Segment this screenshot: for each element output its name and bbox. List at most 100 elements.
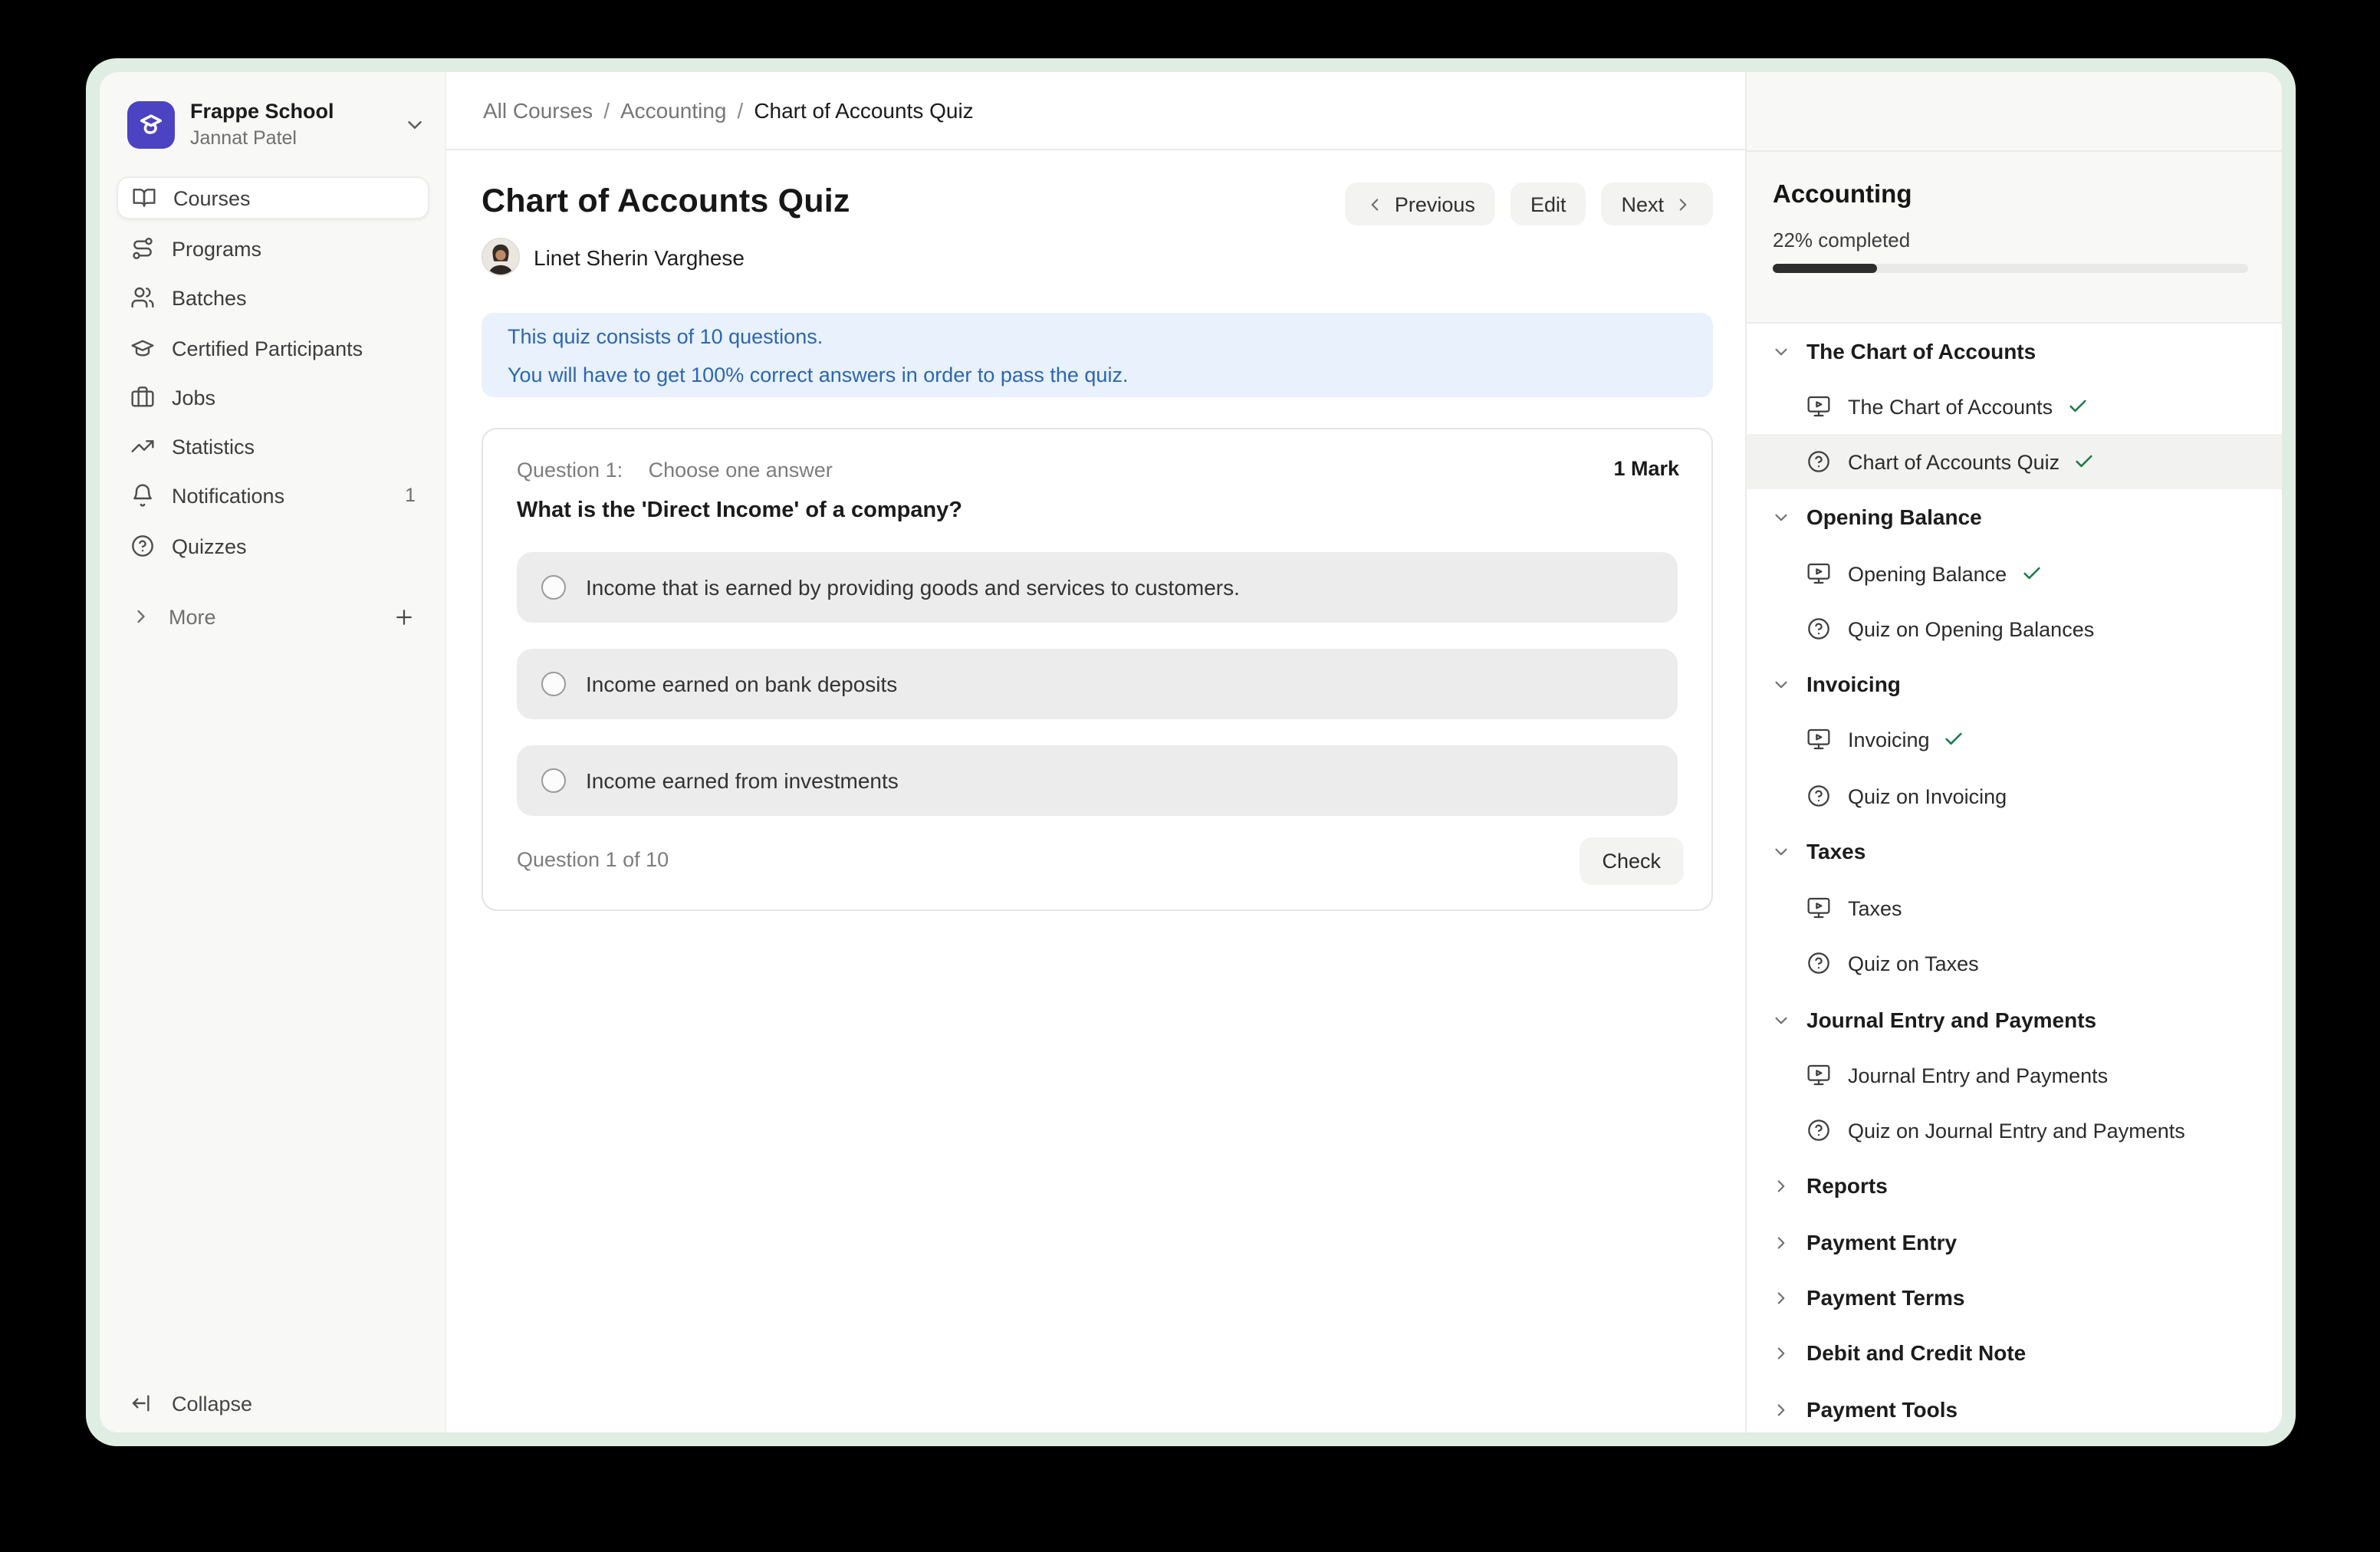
outline-quiz-invoicing[interactable]: Quiz on Invoicing [1747, 768, 2282, 824]
breadcrumb-accounting[interactable]: Accounting [620, 98, 727, 123]
outline-quiz-opening-balances[interactable]: Quiz on Opening Balances [1747, 601, 2282, 656]
sidebar-item-jobs[interactable]: Jobs [117, 376, 429, 419]
check-button[interactable]: Check [1579, 837, 1684, 885]
question-header: Question 1: Choose one answer [517, 459, 833, 482]
breadcrumb-current: Chart of Accounts Quiz [754, 98, 973, 123]
frappe-school-logo-icon [127, 100, 175, 148]
chevron-right-icon [1771, 1176, 1791, 1195]
outline-item-label: Invoicing [1848, 728, 1930, 751]
outline-section-journal-entry-and-payments[interactable]: Journal Entry and Payments [1747, 992, 2282, 1047]
quiz-instructions-banner: This quiz consists of 10 questions. You … [482, 313, 1713, 397]
outline-lesson-journal-entry-and-payments[interactable]: Journal Entry and Payments [1747, 1047, 2282, 1103]
help-circle-icon [1806, 617, 1831, 641]
outline-section-label: Taxes [1806, 839, 1866, 863]
help-circle-icon [1806, 1118, 1831, 1143]
outline-section-label: The Chart of Accounts [1806, 339, 2036, 363]
outline-section-payment-entry[interactable]: Payment Entry [1747, 1215, 2282, 1270]
outline-section-reports[interactable]: Reports [1747, 1158, 2282, 1213]
outline-lesson-taxes[interactable]: Taxes [1747, 880, 2282, 935]
question-marks: 1 Mark [1613, 457, 1679, 480]
workspace-title: Frappe School [190, 99, 334, 123]
sidebar-item-label: Quizzes [172, 534, 247, 557]
sidebar-item-programs[interactable]: Programs [117, 227, 429, 270]
notifications-count-badge: 1 [405, 485, 416, 506]
book-open-icon [132, 186, 156, 210]
question-instruction: Choose one answer [649, 459, 833, 482]
outline-section-taxes[interactable]: Taxes [1747, 824, 2282, 879]
sidebar-item-statistics[interactable]: Statistics [117, 425, 429, 468]
outline-item-label: Quiz on Journal Entry and Payments [1848, 1119, 2185, 1142]
outline-lesson-chart-of-accounts[interactable]: The Chart of Accounts [1747, 379, 2282, 434]
chevron-down-icon [1771, 1010, 1791, 1030]
outline-section-payment-terms[interactable]: Payment Terms [1747, 1270, 2282, 1325]
radio-icon[interactable] [541, 768, 566, 793]
collapse-left-icon [130, 1391, 155, 1416]
sidebar-item-notifications[interactable]: Notifications 1 [117, 474, 429, 517]
outline-section-debit-and-credit-note[interactable]: Debit and Credit Note [1747, 1325, 2282, 1380]
users-icon [130, 285, 155, 310]
sidebar-item-label: Notifications [172, 484, 284, 507]
chevron-right-icon [130, 606, 152, 627]
collapse-sidebar-button[interactable]: Collapse [117, 1382, 429, 1425]
desktop-background: Frappe School Jannat Patel Courses Progr… [0, 0, 2380, 1552]
answer-option-3[interactable]: Income earned from investments [517, 745, 1678, 816]
route-icon [130, 236, 155, 261]
outline-section-label: Payment Entry [1806, 1230, 1957, 1254]
answer-option-label: Income that is earned by providing goods… [586, 575, 1240, 600]
outline-lesson-opening-balance[interactable]: Opening Balance [1747, 546, 2282, 601]
plus-icon[interactable] [393, 605, 416, 628]
author-name: Linet Sherin Varghese [534, 245, 745, 269]
edit-button[interactable]: Edit [1511, 182, 1586, 225]
chevron-left-icon [1366, 194, 1386, 214]
answer-option-1[interactable]: Income that is earned by providing goods… [517, 552, 1678, 623]
sidebar-item-label: Batches [172, 286, 247, 309]
main-content: All Courses / Accounting / Chart of Acco… [446, 72, 1745, 1432]
outline-section-label: Payment Terms [1806, 1285, 1964, 1310]
question-card: Question 1: Choose one answer 1 Mark Wha… [482, 428, 1713, 911]
monitor-play-icon [1806, 1063, 1831, 1087]
monitor-play-icon [1806, 561, 1831, 586]
sidebar-item-more[interactable]: More [117, 595, 429, 638]
outline-item-label: Chart of Accounts Quiz [1848, 450, 2059, 473]
outline-section-label: Debit and Credit Note [1806, 1340, 2026, 1365]
outline-item-label: Quiz on Invoicing [1848, 784, 2007, 807]
previous-button[interactable]: Previous [1346, 182, 1495, 225]
workspace-switcher[interactable]: Frappe School Jannat Patel [127, 98, 426, 150]
outline-quiz-chart-of-accounts-quiz[interactable]: Chart of Accounts Quiz [1747, 434, 2282, 489]
chevron-right-icon [1771, 1343, 1791, 1363]
sidebar-item-courses[interactable]: Courses [117, 176, 429, 219]
outline-section-invoicing[interactable]: Invoicing [1747, 656, 2282, 712]
course-outline-sidebar: Accounting 22% completed The Chart of Ac… [1745, 72, 2282, 1432]
outline-section-payment-tools[interactable]: Payment Tools [1747, 1382, 2282, 1432]
check-icon [2066, 396, 2088, 417]
sidebar-item-batches[interactable]: Batches [117, 276, 429, 319]
breadcrumb: All Courses / Accounting / Chart of Acco… [446, 72, 1745, 150]
outline-section-opening-balance[interactable]: Opening Balance [1747, 489, 2282, 544]
lms-app-window: Frappe School Jannat Patel Courses Progr… [100, 72, 2282, 1432]
radio-icon[interactable] [541, 575, 566, 600]
outline-section-label: Reports [1806, 1173, 1888, 1198]
sidebar-item-label: Programs [172, 237, 261, 260]
outline-quiz-journal-entry-and-payments[interactable]: Quiz on Journal Entry and Payments [1747, 1103, 2282, 1158]
outline-section-label: Payment Tools [1806, 1397, 1958, 1422]
sidebar-item-certified-participants[interactable]: Certified Participants [117, 327, 429, 370]
sidebar-item-quizzes[interactable]: Quizzes [117, 524, 429, 567]
quiz-toolbar: Previous Edit Next [1346, 182, 1713, 225]
chevron-right-icon [1771, 1399, 1791, 1419]
outline-quiz-taxes[interactable]: Quiz on Taxes [1747, 935, 2282, 991]
chevron-down-icon[interactable] [403, 113, 426, 136]
check-icon [1944, 728, 1965, 750]
outline-section-chart-of-accounts[interactable]: The Chart of Accounts [1747, 324, 2282, 379]
next-button[interactable]: Next [1601, 182, 1713, 225]
question-progress: Question 1 of 10 [517, 848, 669, 871]
outline-item-label: Journal Entry and Payments [1848, 1064, 2108, 1087]
help-circle-icon [1806, 784, 1831, 808]
monitor-play-icon [1806, 896, 1831, 920]
radio-icon[interactable] [541, 672, 566, 696]
workspace-text: Frappe School Jannat Patel [190, 99, 334, 149]
breadcrumb-all-courses[interactable]: All Courses [483, 98, 593, 123]
outline-lesson-invoicing[interactable]: Invoicing [1747, 712, 2282, 767]
answer-option-2[interactable]: Income earned on bank deposits [517, 649, 1678, 719]
trending-up-icon [130, 434, 155, 459]
left-sidebar: Frappe School Jannat Patel Courses Progr… [100, 72, 446, 1432]
